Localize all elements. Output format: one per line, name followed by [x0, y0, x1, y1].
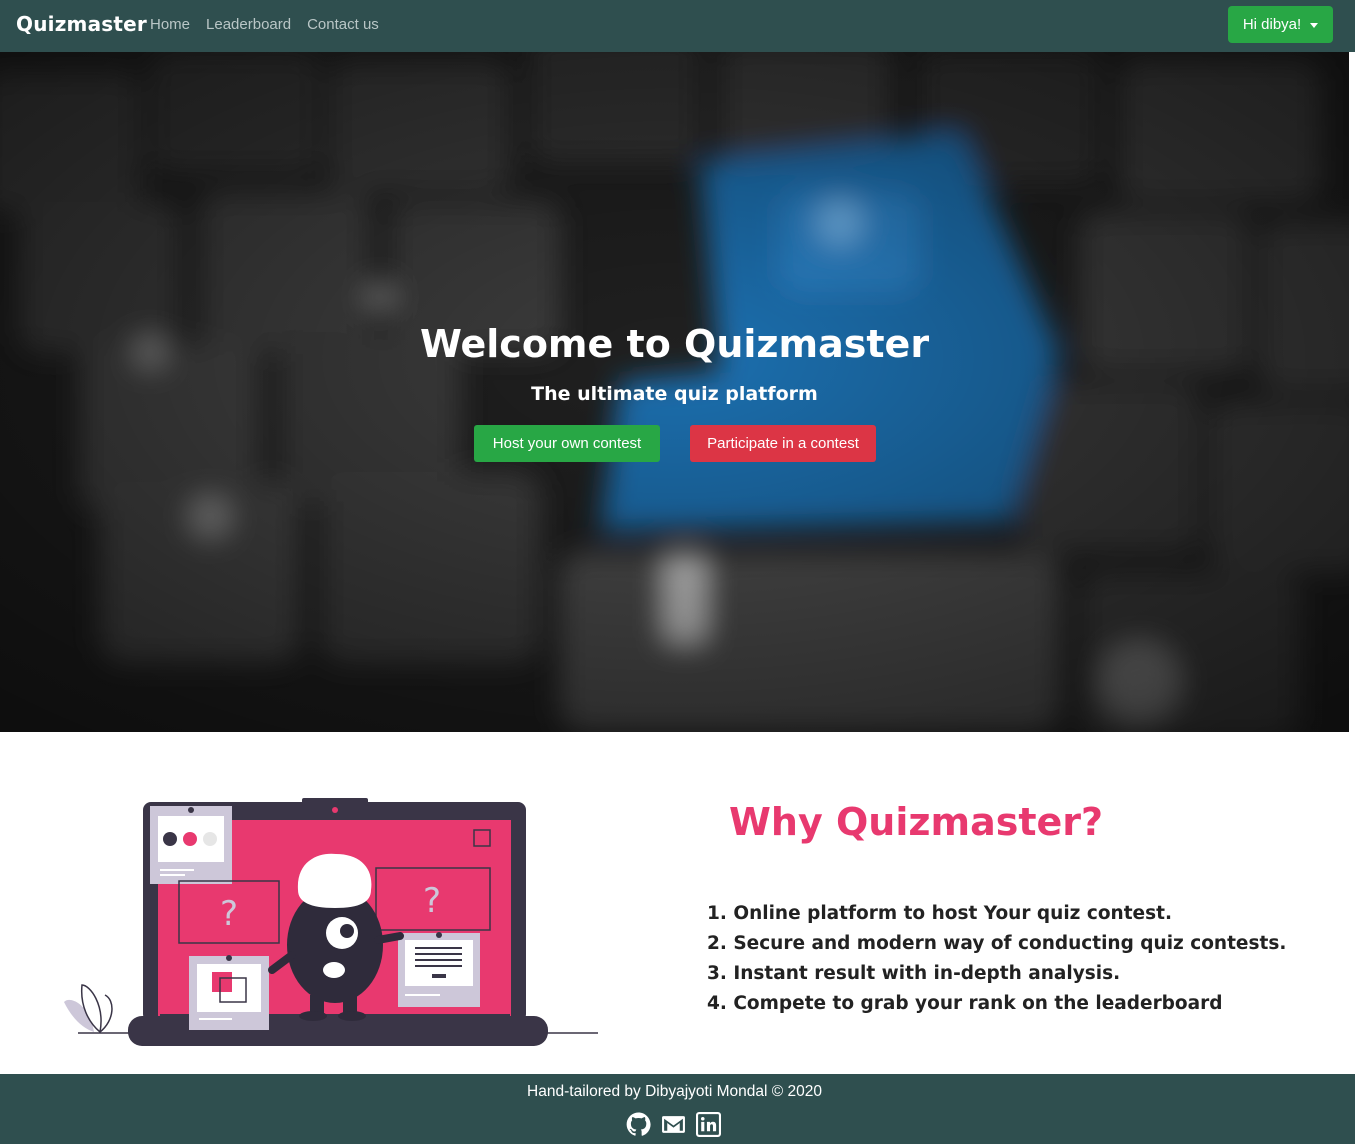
nav-link-leaderboard[interactable]: Leaderboard: [206, 16, 291, 33]
nav-link-home[interactable]: Home: [150, 16, 190, 33]
nav-links: Home Leaderboard Contact us: [150, 16, 395, 33]
hero-title: Welcome to Quizmaster: [419, 322, 930, 366]
hero-buttons: Host your own contest Participate in a c…: [474, 425, 876, 462]
list-item: 1. Online platform to host Your quiz con…: [707, 903, 1172, 924]
host-contest-button[interactable]: Host your own contest: [474, 425, 660, 462]
github-icon[interactable]: [626, 1112, 651, 1137]
hero-section: Welcome to Quizmaster The ultimate quiz …: [0, 52, 1349, 732]
linkedin-icon[interactable]: [696, 1112, 721, 1137]
participate-contest-button[interactable]: Participate in a contest: [690, 425, 876, 462]
user-menu-button[interactable]: Hi dibya!: [1228, 6, 1333, 43]
footer-social-links: [626, 1112, 721, 1137]
list-item: 4. Compete to grab your rank on the lead…: [707, 993, 1223, 1014]
gmail-icon[interactable]: [661, 1112, 686, 1137]
svg-text:?: ?: [220, 894, 238, 934]
footer-credit: Hand-tailored by Dibyajyoti Mondal © 202…: [527, 1083, 822, 1100]
brand-logo[interactable]: Quizmaster: [16, 12, 147, 36]
list-item: 2. Secure and modern way of conducting q…: [707, 933, 1287, 954]
laptop-quiz-illustration: ? ?: [64, 798, 598, 1046]
svg-text:?: ?: [423, 881, 441, 921]
list-item: 3. Instant result with in-depth analysis…: [707, 963, 1121, 984]
navbar: Quizmaster Home Leaderboard Contact us H…: [0, 0, 1355, 52]
why-title: Why Quizmaster?: [729, 800, 1104, 844]
chevron-down-icon: [1310, 23, 1319, 28]
nav-link-contact[interactable]: Contact us: [307, 16, 379, 33]
hero-subtitle: The ultimate quiz platform: [531, 383, 818, 405]
why-list: 1. Online platform to host Your quiz con…: [707, 899, 1286, 1019]
user-menu-label: Hi dibya!: [1242, 16, 1302, 33]
footer: Hand-tailored by Dibyajyoti Mondal © 202…: [0, 1074, 1355, 1144]
